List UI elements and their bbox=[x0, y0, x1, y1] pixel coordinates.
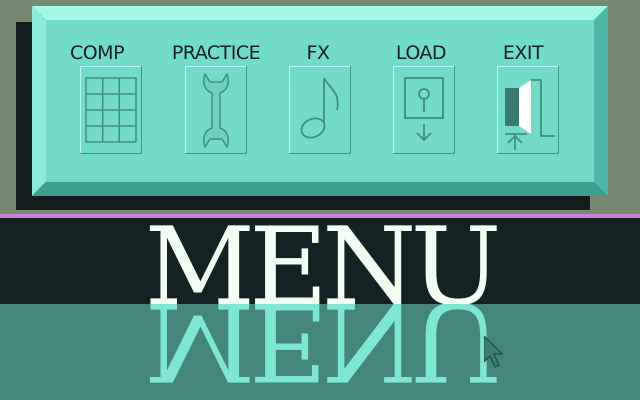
wrench-icon bbox=[185, 66, 247, 154]
exit-door-icon bbox=[497, 66, 559, 154]
menu-item-label: FX bbox=[306, 42, 330, 64]
menu-item-comp[interactable]: COMP bbox=[47, 42, 147, 162]
menu-panel: COMP PRACTICE FX LOAD EXIT bbox=[32, 6, 608, 196]
music-note-icon bbox=[289, 66, 351, 154]
grid-icon bbox=[80, 66, 142, 154]
menu-item-label: COMP bbox=[69, 42, 125, 64]
menu-item-practice[interactable]: PRACTICE bbox=[166, 42, 266, 162]
menu-title: MENU bbox=[144, 214, 502, 304]
menu-item-load[interactable]: LOAD bbox=[371, 42, 471, 162]
menu-item-label: LOAD bbox=[395, 42, 447, 64]
menu-item-label: PRACTICE bbox=[171, 42, 261, 64]
menu-title-reflection: MENU bbox=[0, 304, 640, 400]
menu-item-label: EXIT bbox=[502, 42, 544, 64]
menu-title-reflection-text: MENU bbox=[144, 304, 496, 400]
load-disk-icon bbox=[393, 66, 455, 154]
menu-item-exit[interactable]: EXIT bbox=[473, 42, 573, 162]
menu-item-fx[interactable]: FX bbox=[268, 42, 368, 162]
mouse-pointer-icon bbox=[484, 336, 504, 368]
